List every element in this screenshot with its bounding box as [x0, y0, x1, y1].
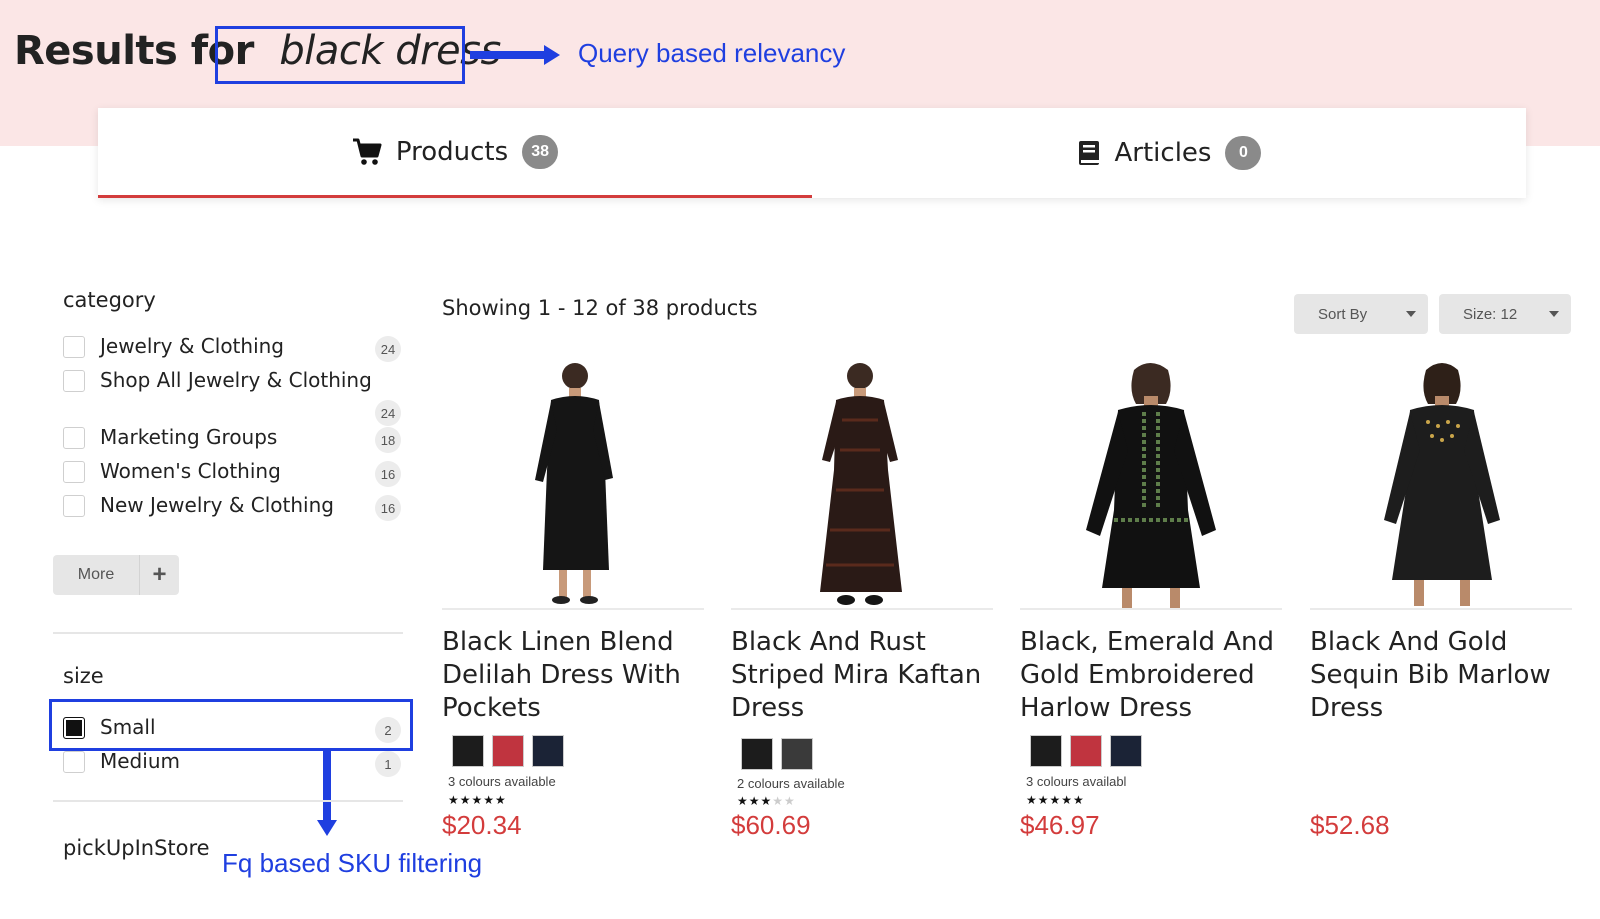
fq-annotation-label: Fq based SKU filtering [222, 848, 483, 878]
caret-down-icon [1406, 311, 1416, 317]
facet-item-label: Medium [100, 749, 180, 773]
product-card[interactable]: Black And Gold Sequin Bib Marlow Dress $… [1310, 352, 1572, 852]
product-card[interactable]: Black And Rust Striped Mira Kaftan Dress… [731, 352, 993, 852]
category-facet-title: category [63, 288, 156, 312]
facet-item-count: 24 [375, 400, 401, 426]
colours-available: 2 colours available [737, 776, 845, 791]
tab-articles[interactable]: Articles 0 [812, 108, 1526, 198]
product-image[interactable] [731, 352, 993, 610]
facet-item-label: Jewelry & Clothing [100, 334, 284, 358]
book-icon [1078, 141, 1099, 165]
checkbox[interactable] [63, 495, 85, 517]
facet-item-count: 1 [375, 751, 401, 777]
colours-available: 3 colours availabl [1026, 774, 1127, 789]
facet-item-label: Shop All Jewelry & Clothing [100, 368, 372, 392]
tab-articles-count: 0 [1225, 136, 1262, 170]
facet-item-label: Marketing Groups [100, 425, 278, 449]
facet-item-label: New Jewelry & Clothing [100, 493, 334, 517]
product-image[interactable] [1020, 352, 1282, 610]
product-image[interactable] [1310, 352, 1572, 610]
checkbox[interactable] [63, 751, 85, 773]
facet-item-shop-all-jewelry-clothing[interactable]: Shop All Jewelry & Clothing 24 [63, 368, 403, 426]
result-tabs: Products 38 Articles 0 [98, 108, 1526, 198]
swatch[interactable] [1070, 735, 1102, 767]
rating-stars: ★★★★★ [737, 794, 796, 808]
swatch[interactable] [492, 735, 524, 767]
swatch[interactable] [1030, 735, 1062, 767]
facet-item-count: 16 [375, 461, 401, 487]
rating-stars: ★★★★★ [448, 793, 507, 807]
facet-item-marketing-groups[interactable]: Marketing Groups 18 [63, 425, 403, 453]
facet-item-new-jewelry-clothing[interactable]: New Jewelry & Clothing 16 [63, 493, 403, 521]
fq-annotation-box [49, 699, 413, 751]
checkbox[interactable] [63, 427, 85, 449]
dress-image [1384, 363, 1500, 606]
rating-stars: ★★★★★ [1026, 793, 1085, 807]
query-annotation-label: Query based relevancy [578, 38, 846, 68]
tab-articles-label: Articles [1114, 138, 1212, 168]
checkbox[interactable] [63, 336, 85, 358]
product-price: $20.34 [442, 810, 522, 840]
swatch[interactable] [1110, 735, 1142, 767]
cart-icon [352, 138, 382, 165]
caret-down-icon [1549, 311, 1559, 317]
facet-item-count: 24 [375, 336, 401, 362]
sort-by-label: Sort By [1318, 305, 1368, 323]
product-name[interactable]: Black And Rust Striped Mira Kaftan Dress [731, 626, 993, 725]
product-price: $60.69 [731, 810, 811, 840]
fq-annotation-arrow [317, 750, 337, 836]
query-annotation-box [215, 26, 465, 84]
checkbox[interactable] [63, 370, 85, 392]
swatch[interactable] [781, 738, 813, 770]
product-price: $46.97 [1020, 810, 1100, 840]
facet-item-jewelry-clothing[interactable]: Jewelry & Clothing 24 [63, 334, 403, 362]
sort-by-select[interactable]: Sort By [1294, 294, 1428, 334]
facet-item-count: 18 [375, 427, 401, 453]
dress-image [1086, 363, 1216, 608]
colours-available: 3 colours available [448, 774, 556, 789]
search-results-page: Results for black dress Query based rele… [0, 0, 1600, 919]
color-swatches [452, 735, 564, 767]
page-size-label: Size: 12 [1463, 305, 1518, 323]
query-annotation-arrow [470, 45, 560, 65]
pickup-facet-title: pickUpInStore [63, 836, 210, 860]
more-button-label: More [77, 566, 115, 583]
more-categories-button[interactable]: More + [53, 555, 179, 595]
facet-item-womens-clothing[interactable]: Women's Clothing 16 [63, 459, 403, 487]
product-card[interactable]: Black Linen Blend Delilah Dress With Poc… [442, 352, 704, 852]
tab-products-count: 38 [522, 134, 559, 169]
product-card[interactable]: Black, Emerald And Gold Embroidered Harl… [1020, 352, 1282, 852]
checkbox[interactable] [63, 461, 85, 483]
product-name[interactable]: Black Linen Blend Delilah Dress With Poc… [442, 626, 704, 725]
size-facet-title: size [63, 664, 104, 688]
swatch[interactable] [452, 735, 484, 767]
product-name[interactable]: Black, Emerald And Gold Embroidered Harl… [1020, 626, 1282, 725]
tab-products[interactable]: Products 38 [98, 108, 812, 198]
dress-image [820, 363, 902, 605]
product-price: $52.68 [1310, 810, 1390, 840]
swatch[interactable] [532, 735, 564, 767]
product-image[interactable] [442, 352, 704, 610]
facet-item-count: 16 [375, 495, 401, 521]
facet-divider [53, 632, 403, 634]
tab-products-label: Products [395, 136, 509, 167]
facet-divider [53, 800, 403, 802]
facet-item-label: Women's Clothing [100, 459, 281, 483]
color-swatches [741, 738, 813, 770]
facet-item-medium[interactable]: Medium 1 [63, 749, 403, 777]
product-name[interactable]: Black And Gold Sequin Bib Marlow Dress [1310, 626, 1572, 725]
swatch[interactable] [741, 738, 773, 770]
dress-image [535, 363, 613, 604]
results-count: Showing 1 - 12 of 38 products [442, 296, 758, 320]
color-swatches [1030, 735, 1142, 767]
plus-icon: + [139, 555, 179, 595]
page-size-select[interactable]: Size: 12 [1439, 294, 1571, 334]
